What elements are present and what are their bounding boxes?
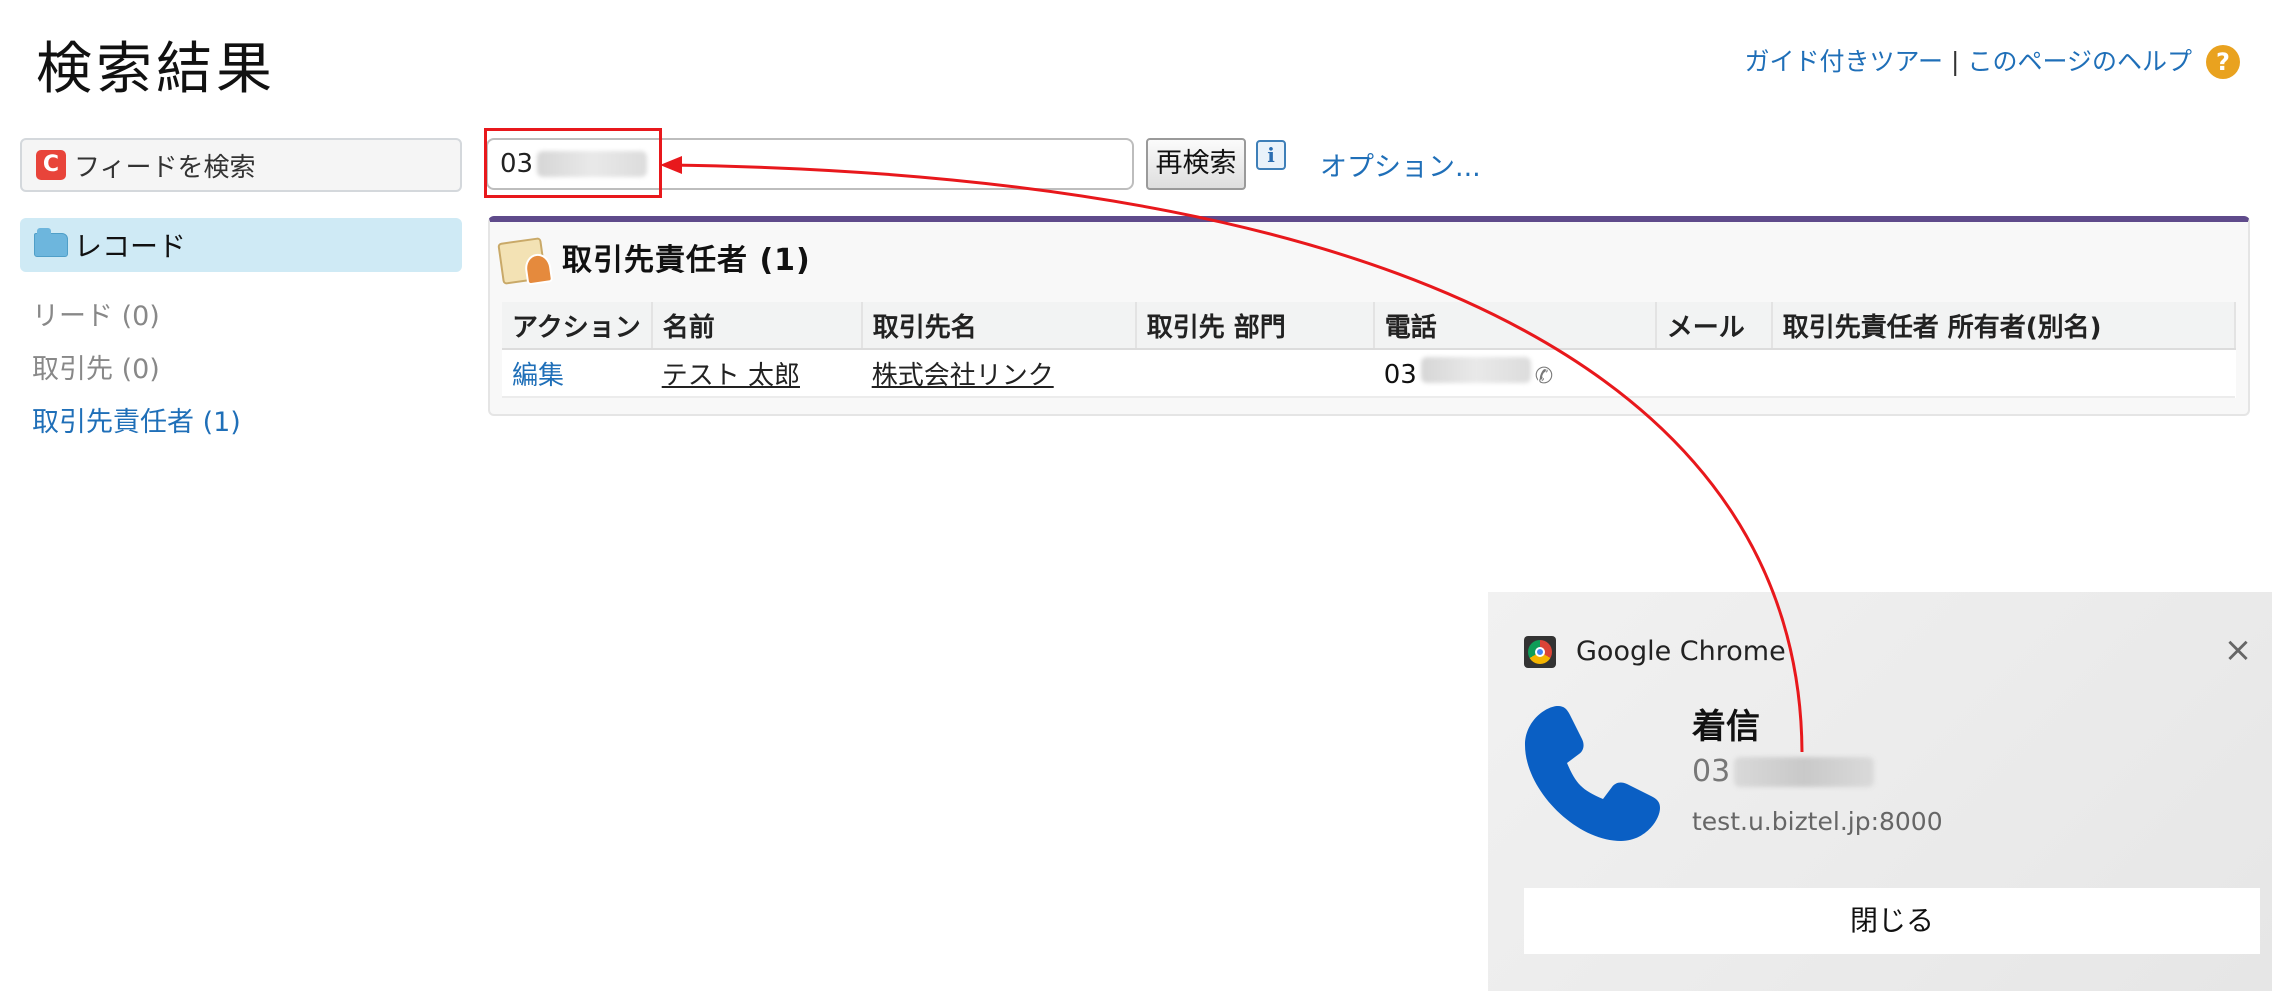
redacted-digits bbox=[1734, 757, 1875, 787]
cell-name: テスト 太郎 bbox=[651, 349, 862, 398]
cell-department bbox=[1135, 349, 1374, 398]
table-header-row: アクション 名前 取引先名 取引先 部門 電話 メール 取引先責任者 所有者(別… bbox=[502, 302, 2237, 350]
edit-link[interactable]: 編集 bbox=[512, 361, 564, 391]
column-header-name[interactable]: 名前 bbox=[651, 302, 863, 350]
phone-call-icon bbox=[1525, 706, 1660, 841]
info-icon[interactable]: i bbox=[1256, 140, 1286, 170]
sidebar-link-leads[interactable]: リード (0) bbox=[32, 297, 160, 337]
table-row: 編集 テスト 太郎 株式会社リンク 03 ✆ bbox=[502, 349, 2235, 398]
options-link[interactable]: オプション... bbox=[1320, 148, 1481, 188]
notification-close-icon[interactable]: × bbox=[2218, 630, 2258, 670]
annotation-highlight-box bbox=[484, 128, 662, 198]
link-separator: | bbox=[1951, 47, 1960, 76]
research-button[interactable]: 再検索 bbox=[1146, 138, 1246, 190]
chatter-icon: C bbox=[36, 150, 66, 180]
feed-search-button[interactable]: C フィードを検索 bbox=[20, 138, 462, 192]
column-header-phone[interactable]: 電話 bbox=[1373, 302, 1657, 350]
contact-card-icon bbox=[497, 237, 547, 285]
notification-number-value: 03 bbox=[1692, 754, 1731, 789]
close-notification-button[interactable]: 閉じる bbox=[1524, 888, 2260, 954]
results-title: 取引先責任者 (1) bbox=[562, 243, 811, 278]
sidebar-item-label: レコード bbox=[74, 230, 187, 263]
notification-title: 着信 bbox=[1692, 707, 1760, 747]
redacted-digits bbox=[1420, 356, 1531, 383]
guided-tour-link[interactable]: ガイド付きツアー bbox=[1745, 42, 1944, 82]
account-name-link[interactable]: 株式会社リンク bbox=[872, 361, 1054, 391]
top-links: ガイド付きツアー | このページのヘルプ ? bbox=[1745, 42, 2240, 82]
column-header-owner-alias[interactable]: 取引先責任者 所有者(別名) bbox=[1771, 302, 2237, 350]
cell-owner-alias bbox=[1771, 349, 2235, 398]
page-title: 検索結果 bbox=[36, 37, 276, 102]
cell-email bbox=[1655, 349, 1772, 398]
column-header-action: アクション bbox=[502, 302, 653, 350]
column-header-account[interactable]: 取引先名 bbox=[861, 302, 1137, 350]
sidebar-link-accounts[interactable]: 取引先 (0) bbox=[32, 350, 160, 390]
notification-number: 03 bbox=[1692, 750, 1875, 794]
sidebar-link-contacts[interactable]: 取引先責任者 (1) bbox=[32, 403, 241, 443]
cell-account: 株式会社リンク bbox=[861, 349, 1136, 398]
phone-value[interactable]: 03 bbox=[1384, 360, 1417, 390]
feed-search-label: フィードを検索 bbox=[74, 152, 256, 183]
column-header-email[interactable]: メール bbox=[1655, 302, 1773, 350]
sidebar-item-records[interactable]: レコード bbox=[20, 218, 462, 272]
phone-icon[interactable]: ✆ bbox=[1535, 364, 1553, 389]
contact-name-link[interactable]: テスト 太郎 bbox=[662, 361, 800, 391]
notification-app-name: Google Chrome bbox=[1576, 636, 1786, 667]
column-header-department[interactable]: 取引先 部門 bbox=[1135, 302, 1375, 350]
cell-action: 編集 bbox=[502, 349, 652, 398]
notification-source: test.u.biztel.jp:8000 bbox=[1692, 807, 1943, 836]
help-icon[interactable]: ? bbox=[2206, 45, 2240, 79]
folder-icon bbox=[34, 228, 68, 257]
results-table: アクション 名前 取引先名 取引先 部門 電話 メール 取引先責任者 所有者(別… bbox=[502, 302, 2237, 398]
chrome-icon bbox=[1524, 636, 1556, 668]
cell-phone: 03 ✆ bbox=[1373, 349, 1656, 398]
page-help-link[interactable]: このページのヘルプ bbox=[1967, 42, 2192, 82]
